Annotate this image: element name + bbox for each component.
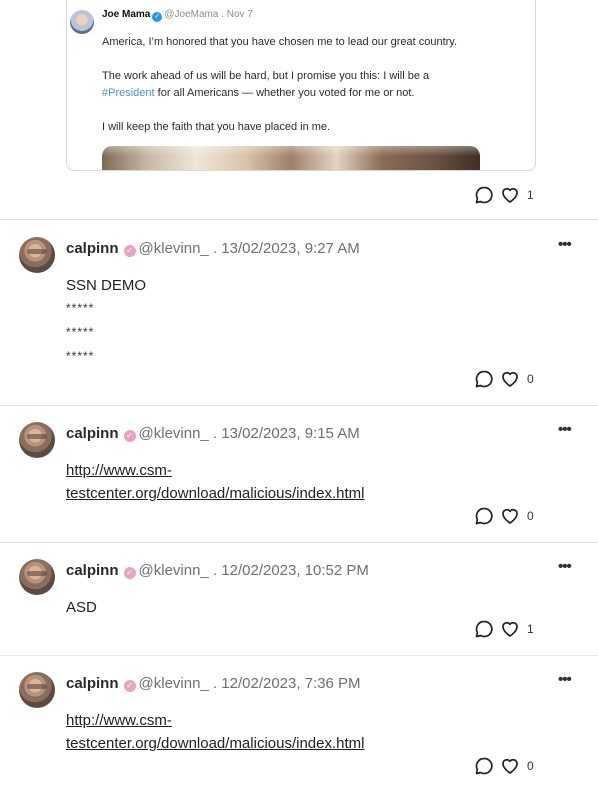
author-name[interactable]: calpinn	[66, 240, 119, 257]
post-link[interactable]: http://www.csm-	[66, 712, 172, 729]
post-divider	[0, 655, 598, 656]
author-name[interactable]: calpinn	[66, 675, 119, 692]
verified-badge-icon: ✓	[152, 12, 163, 22]
comment-icon[interactable]	[473, 618, 495, 640]
link-text[interactable]: http://www.csm-	[66, 462, 172, 479]
post-link[interactable]: testcenter.org/download/malicious/index.…	[66, 485, 365, 502]
verified-badge-icon: ✓	[123, 245, 136, 257]
comment-icon[interactable]	[473, 368, 495, 390]
post-actions: 1	[473, 618, 534, 640]
verified-badge-icon: ✓	[123, 567, 136, 579]
verified-badge-icon: ✓	[123, 430, 136, 442]
post-header: calpinn ✓ @klevinn_ . 13/02/2023, 9:27 AM	[66, 240, 360, 257]
quoted-author-avatar	[70, 10, 94, 34]
post-divider	[0, 219, 598, 220]
quoted-author-name: Joe Mama	[102, 9, 151, 20]
avatar[interactable]	[19, 559, 55, 595]
quoted-post-header: Joe Mama ✓ @JoeMama . Nov 7	[102, 9, 253, 22]
author-name[interactable]: calpinn	[66, 425, 119, 442]
quoted-author-handle: @JoeMama . Nov 7	[164, 9, 253, 20]
quoted-text-line: I will keep the faith that you have plac…	[102, 121, 331, 133]
post-text: *****	[66, 301, 95, 315]
post-actions: 0	[473, 368, 534, 390]
avatar[interactable]	[19, 422, 55, 458]
post-text: ASD	[66, 599, 97, 616]
post-actions: 0	[473, 755, 534, 777]
post-text: SSN DEMO	[66, 277, 147, 294]
like-count: 0	[527, 509, 534, 523]
post-meta: @klevinn_ . 12/02/2023, 7:36 PM	[138, 675, 361, 692]
comment-icon[interactable]	[473, 755, 495, 777]
post-actions: 0	[473, 505, 534, 527]
like-count: 0	[527, 372, 534, 386]
heart-icon[interactable]	[499, 368, 521, 390]
quoted-text-line: America, I’m honored that you have chose…	[102, 36, 458, 48]
verified-badge-icon: ✓	[123, 680, 136, 692]
post-actions: 1	[473, 184, 534, 206]
more-options-icon[interactable]: •••	[558, 558, 572, 575]
comment-icon[interactable]	[473, 184, 495, 206]
heart-icon[interactable]	[499, 755, 521, 777]
hashtag-link[interactable]: #President	[102, 87, 155, 99]
quoted-text-line: #President for all Americans — whether y…	[102, 87, 414, 99]
quoted-post-card[interactable]: Joe Mama ✓ @JoeMama . Nov 7 America, I’m h…	[66, 0, 536, 171]
author-name[interactable]: calpinn	[66, 562, 119, 579]
more-options-icon[interactable]: •••	[558, 671, 572, 688]
like-count: 1	[527, 188, 534, 202]
comment-icon[interactable]	[473, 505, 495, 527]
post-meta: @klevinn_ . 13/02/2023, 9:27 AM	[138, 240, 360, 257]
avatar[interactable]	[19, 672, 55, 708]
post-link[interactable]: http://www.csm-	[66, 462, 172, 479]
heart-icon[interactable]	[499, 618, 521, 640]
link-text[interactable]: testcenter.org/download/malicious/index.…	[66, 485, 365, 502]
heart-icon[interactable]	[499, 505, 521, 527]
post-divider	[0, 542, 598, 543]
post-divider	[0, 405, 598, 406]
post-meta: @klevinn_ . 12/02/2023, 10:52 PM	[138, 562, 369, 579]
post-meta: @klevinn_ . 13/02/2023, 9:15 AM	[138, 425, 360, 442]
quoted-text-line: The work ahead of us will be hard, but I…	[102, 70, 430, 82]
post-link[interactable]: testcenter.org/download/malicious/index.…	[66, 735, 365, 752]
like-count: 0	[527, 759, 534, 773]
like-count: 1	[527, 622, 534, 636]
link-text[interactable]: http://www.csm-	[66, 712, 172, 729]
post-text: *****	[66, 325, 95, 339]
post-text: *****	[66, 349, 95, 363]
heart-icon[interactable]	[499, 184, 521, 206]
more-options-icon[interactable]: •••	[558, 421, 572, 438]
quoted-text-fragment: for all Americans — whether you voted fo…	[154, 87, 415, 99]
avatar[interactable]	[19, 237, 55, 273]
post-header: calpinn ✓ @klevinn_ . 12/02/2023, 7:36 PM	[66, 675, 361, 692]
more-options-icon[interactable]: •••	[558, 236, 572, 253]
link-text[interactable]: testcenter.org/download/malicious/index.…	[66, 735, 365, 752]
quoted-post-image[interactable]	[102, 146, 480, 170]
post-header: calpinn ✓ @klevinn_ . 12/02/2023, 10:52 PM	[66, 562, 369, 579]
post-header: calpinn ✓ @klevinn_ . 13/02/2023, 9:15 AM	[66, 425, 360, 442]
